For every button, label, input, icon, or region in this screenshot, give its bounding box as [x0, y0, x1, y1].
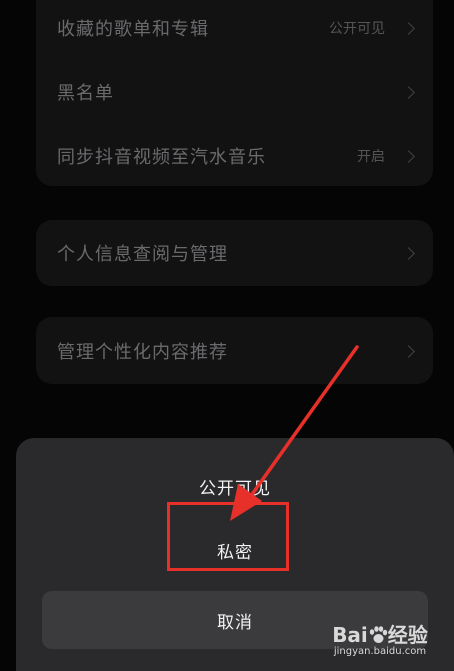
settings-group-privacy: 收藏的歌单和专辑 公开可见 黑名单 同步抖音视频至汽水音乐 开启 — [36, 0, 433, 186]
row-label: 管理个性化内容推荐 — [57, 342, 228, 363]
row-label: 收藏的歌单和专辑 — [57, 19, 209, 40]
privacy-settings-screen: 收藏的歌单和专辑 公开可见 黑名单 同步抖音视频至汽水音乐 开启 个人信息查阅与… — [0, 0, 454, 671]
settings-row-sync-douyin[interactable]: 同步抖音视频至汽水音乐 开启 — [36, 126, 433, 186]
settings-row-personalized-recommendation[interactable]: 管理个性化内容推荐 — [36, 321, 433, 381]
row-label: 同步抖音视频至汽水音乐 — [57, 147, 266, 168]
settings-group-recommendation: 管理个性化内容推荐 — [36, 317, 433, 384]
watermark-brand: Bai — [332, 623, 368, 647]
row-label: 黑名单 — [57, 83, 114, 104]
watermark-url: jingyan.baidu.com — [333, 646, 427, 657]
baidu-jingyan-watermark: Bai 经验 jingyan.baidu.com — [330, 619, 430, 657]
chevron-right-icon — [402, 21, 415, 35]
watermark-brand-suffix: 经验 — [387, 623, 428, 647]
cancel-label: 取消 — [217, 612, 253, 633]
chevron-right-icon — [402, 85, 415, 99]
option-public[interactable]: 公开可见 — [16, 474, 454, 499]
settings-group-personal-info: 个人信息查阅与管理 — [36, 220, 433, 286]
annotation-highlight-box — [167, 502, 289, 571]
row-value: 开启 — [357, 149, 385, 165]
settings-row-collected-playlists[interactable]: 收藏的歌单和专辑 公开可见 — [36, 0, 433, 58]
chevron-right-icon — [402, 149, 415, 163]
row-label: 个人信息查阅与管理 — [57, 244, 228, 265]
paw-icon — [368, 625, 388, 643]
settings-row-blacklist[interactable]: 黑名单 — [36, 62, 433, 122]
chevron-right-icon — [402, 344, 415, 358]
settings-row-personal-info[interactable]: 个人信息查阅与管理 — [36, 223, 433, 283]
row-value: 公开可见 — [329, 21, 385, 37]
chevron-right-icon — [402, 246, 415, 260]
